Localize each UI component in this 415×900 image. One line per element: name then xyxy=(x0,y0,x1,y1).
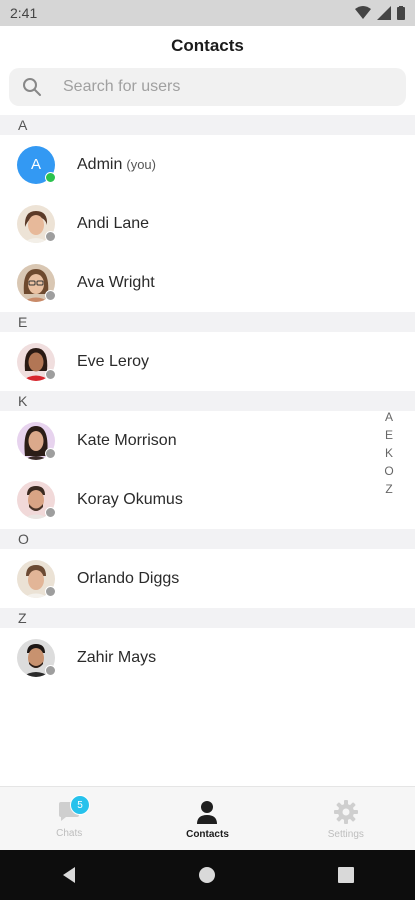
online-status-dot xyxy=(45,171,56,183)
contact-row-ava-wright[interactable]: Ava Wright xyxy=(0,253,415,312)
alphabet-index: A E K O Z xyxy=(382,408,396,498)
signal-icon xyxy=(377,6,391,20)
contact-name: Ava Wright xyxy=(77,273,155,291)
section-header-z: Z xyxy=(0,608,415,628)
app-header: Contacts xyxy=(0,26,415,66)
contact-name: Orlando Diggs xyxy=(77,569,180,587)
avatar xyxy=(17,342,56,381)
wifi-icon xyxy=(355,6,371,19)
contact-row-kate-morrison[interactable]: Kate Morrison xyxy=(0,411,415,470)
status-bar: 2:41 xyxy=(0,0,415,26)
back-icon[interactable] xyxy=(60,866,78,884)
avatar xyxy=(17,204,56,243)
alpha-index-z[interactable]: Z xyxy=(385,480,392,498)
alpha-index-e[interactable]: E xyxy=(385,426,393,444)
section-header-o: O xyxy=(0,529,415,549)
offline-status-dot xyxy=(45,506,56,518)
alpha-index-a[interactable]: A xyxy=(385,408,393,426)
alpha-index-k[interactable]: K xyxy=(385,444,393,462)
battery-icon xyxy=(397,6,405,20)
offline-status-dot xyxy=(45,664,56,676)
offline-status-dot xyxy=(45,368,56,380)
unread-badge: 5 xyxy=(70,795,90,815)
contact-name: Admin (you) xyxy=(77,155,156,173)
contact-row-zahir-mays[interactable]: Zahir Mays xyxy=(0,628,415,687)
contact-name: Zahir Mays xyxy=(77,648,157,666)
you-label: (you) xyxy=(126,156,156,172)
home-icon[interactable] xyxy=(198,866,216,884)
avatar: A xyxy=(17,145,56,184)
tab-contacts[interactable]: Contacts xyxy=(138,787,276,851)
contacts-screen: 2:41 Contacts A A Admin(you) xyxy=(0,0,415,900)
avatar xyxy=(17,263,56,302)
system-nav-bar xyxy=(0,850,415,900)
system-icons xyxy=(355,6,405,20)
contact-row-orlando-diggs[interactable]: Orlando Diggs xyxy=(0,549,415,608)
status-time: 2:41 xyxy=(10,5,38,21)
section-header-k: K xyxy=(0,391,415,411)
contact-name: Koray Okumus xyxy=(77,490,183,508)
contacts-list: A A Admin (you) Andi Lane Ava Wright E E… xyxy=(0,115,415,687)
offline-status-dot xyxy=(45,289,56,301)
tab-label: Chats xyxy=(56,827,83,839)
person-icon xyxy=(197,800,218,824)
contact-row-eve-leroy[interactable]: Eve Leroy xyxy=(0,332,415,391)
avatar xyxy=(17,638,56,677)
search-bar[interactable] xyxy=(9,68,406,106)
offline-status-dot xyxy=(45,447,56,459)
contact-row-andi-lane[interactable]: Andi Lane xyxy=(0,194,415,253)
bottom-tab-bar: 5 Chats Contacts Settings xyxy=(0,786,415,851)
page-title: Contacts xyxy=(171,36,244,55)
search-icon xyxy=(21,76,43,98)
tab-label: Contacts xyxy=(186,828,229,840)
gear-icon xyxy=(333,799,358,824)
contact-name: Andi Lane xyxy=(77,214,150,232)
tab-label: Settings xyxy=(327,828,364,840)
contact-name: Kate Morrison xyxy=(77,431,177,449)
contact-row-admin[interactable]: A Admin (you) xyxy=(0,135,415,194)
offline-status-dot xyxy=(45,585,56,597)
section-header-e: E xyxy=(0,312,415,332)
contact-row-koray-okumus[interactable]: Koray Okumus xyxy=(0,470,415,529)
avatar xyxy=(17,421,56,460)
section-header-a: A xyxy=(0,115,415,135)
tab-chats[interactable]: 5 Chats xyxy=(0,787,138,851)
avatar xyxy=(17,559,56,598)
search-input[interactable] xyxy=(61,77,365,97)
alpha-index-o[interactable]: O xyxy=(384,462,393,480)
avatar xyxy=(17,480,56,519)
offline-status-dot xyxy=(45,230,56,242)
recents-icon[interactable] xyxy=(337,866,355,884)
tab-settings[interactable]: Settings xyxy=(277,787,415,851)
contact-name: Eve Leroy xyxy=(77,352,150,370)
